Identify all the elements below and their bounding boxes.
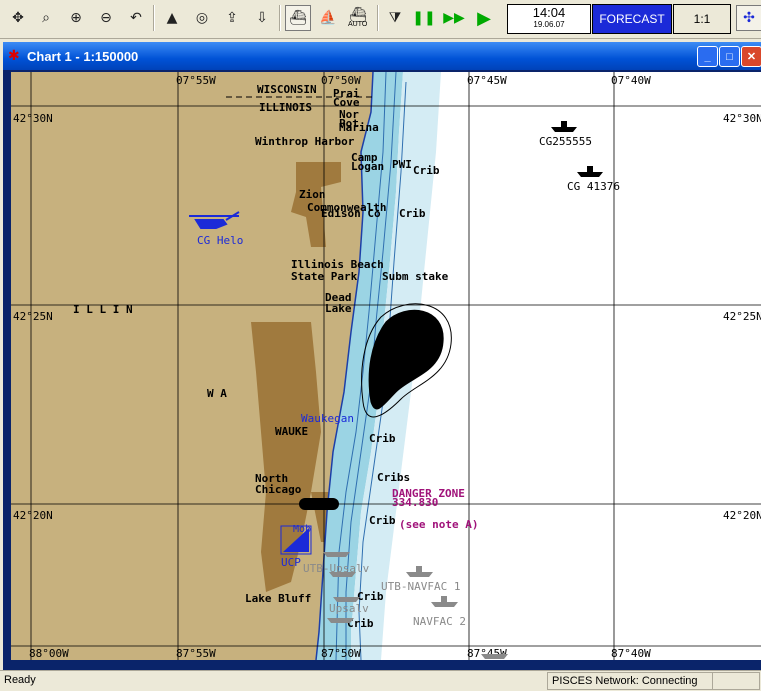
lat-label: 42°25N [723, 310, 761, 323]
lon-label: 88°00W [29, 647, 69, 660]
ship-icon[interactable] [431, 596, 458, 607]
pan-icon[interactable]: ✥ [6, 6, 30, 30]
place-label: Subm stake [382, 270, 449, 283]
lon-label: 87°50W [321, 647, 361, 660]
lon-label: 87°40W [611, 647, 651, 660]
vessel-label: NAVFAC 2 [413, 615, 466, 628]
lat-label: 42°20N [13, 509, 53, 522]
close-button[interactable]: ✕ [741, 46, 761, 67]
nautical-chart[interactable]: 42°30N 42°25N 42°20N 42°30N 42°25N 42°20… [11, 72, 761, 660]
place-label: WAUKE [275, 425, 308, 438]
toolbar-separator [377, 5, 379, 31]
ship-icon[interactable] [323, 552, 350, 557]
clock-display: 14:04 19.06.07 [507, 4, 591, 34]
lon-label: 07°55W [176, 74, 216, 87]
lat-label: 42°20N [723, 509, 761, 522]
place-label: Lake [325, 302, 352, 315]
place-label: Crib [399, 207, 426, 220]
place-label: Crib [369, 514, 396, 527]
vessel-cg255555[interactable]: CG255555 [539, 121, 592, 148]
ship-icon[interactable] [406, 566, 433, 577]
lon-label: 07°40W [611, 74, 651, 87]
lon-label: 07°45W [467, 74, 507, 87]
place-label: Lake Bluff [245, 592, 311, 605]
toolbar-separator [279, 5, 281, 31]
place-label: Logan [351, 160, 384, 173]
place-label: W A [207, 387, 227, 400]
toolbar-separator [153, 5, 155, 31]
zoom-in-icon[interactable]: ⊕ [64, 6, 88, 30]
import-icon[interactable]: ⇩ [250, 6, 274, 30]
vessel-label: CG 41376 [567, 180, 620, 193]
undo-icon[interactable]: ↶ [124, 6, 148, 30]
pause-icon[interactable]: ❚❚ [412, 6, 436, 30]
window-title: Chart 1 - 1:150000 [27, 49, 139, 64]
fast-forward-icon[interactable]: ▶▶ [442, 6, 466, 30]
ship-icon[interactable] [551, 121, 577, 132]
north-icon[interactable]: ▲ [160, 6, 184, 30]
window-titlebar[interactable]: ✱ Chart 1 - 1:150000 _ □ ✕ [3, 42, 761, 70]
ship-icon[interactable] [299, 498, 339, 510]
place-label: Winthrop Harbor [255, 135, 355, 148]
place-label: Crib [369, 432, 396, 445]
ship-icon[interactable] [577, 166, 603, 177]
network-status: PISCES Network: Connecting [547, 672, 713, 690]
vessel-cg41376[interactable]: CG 41376 [567, 166, 620, 193]
ship-profile-icon[interactable]: ⛵ [316, 6, 340, 30]
ship-icon[interactable] [327, 618, 354, 623]
chart-canvas[interactable]: 42°30N 42°25N 42°20N 42°30N 42°25N 42°20… [11, 72, 761, 660]
chart-window: ✱ Chart 1 - 1:150000 _ □ ✕ 42°30N 42°25N… [3, 42, 761, 670]
danger-zone-frequency: 334.830 [392, 496, 438, 509]
auto-label: AUTO [348, 21, 368, 28]
status-text: Ready [4, 674, 36, 686]
lat-label: 42°30N [13, 112, 53, 125]
place-label: Waukegan [301, 412, 354, 425]
minimize-button[interactable]: _ [697, 46, 718, 67]
place-label: ILLINOIS [259, 101, 312, 114]
vessel-label: CG255555 [539, 135, 592, 148]
vessel-label: Upsalv [329, 602, 369, 615]
play-icon[interactable]: ▶ [472, 6, 496, 30]
place-label: Crib [413, 164, 440, 177]
place-label: Marina [339, 121, 379, 134]
forecast-button[interactable]: FORECAST [592, 4, 672, 34]
lon-label: 07°50W [321, 74, 361, 87]
place-label: WISCONSIN [257, 83, 317, 96]
place-label: PWI [392, 158, 412, 171]
main-toolbar: ✥ ⌕ ⊕ ⊖ ↶ ▲ ◎ ⇪ ⇩ ⛴ ⛵ ⛴ AUTO ⧩ ❚❚ ▶▶ ▶ 1… [0, 0, 761, 39]
place-label: Cribs [377, 471, 410, 484]
settings-icon[interactable]: ✣ [736, 5, 761, 31]
place-label: State Park [291, 270, 358, 283]
vessel-label: Mob [293, 524, 311, 535]
vessel-label: UCP [281, 556, 301, 569]
lat-label: 42°30N [723, 112, 761, 125]
zoom-out-icon[interactable]: ⊖ [94, 6, 118, 30]
lat-label: 42°25N [13, 310, 53, 323]
maximize-button[interactable]: □ [719, 46, 740, 67]
app-icon: ✱ [8, 47, 20, 63]
vessel-label: CG Helo [197, 234, 243, 247]
ship-icon[interactable] [481, 654, 508, 659]
place-label: Edison Co [321, 207, 381, 220]
danger-zone-note: (see note A) [399, 518, 478, 531]
status-bar: Ready PISCES Network: Connecting [0, 670, 761, 691]
place-label: Chicago [255, 483, 302, 496]
center-icon[interactable]: ◎ [190, 6, 214, 30]
place-label: I L L I N [73, 303, 133, 316]
export-icon[interactable]: ⇪ [220, 6, 244, 30]
scale-button[interactable]: 1:1 [673, 4, 731, 34]
status-panel [712, 672, 760, 690]
clock-time: 14:04 [532, 5, 566, 20]
place-label: Zion [299, 188, 326, 201]
vessel-label: UTB-NAVFAC 1 [381, 580, 460, 593]
lon-label: 87°55W [176, 647, 216, 660]
vessel-label: UTB-Upsalv [303, 562, 370, 575]
step-down-icon[interactable]: ⧩ [383, 6, 407, 30]
clock-date: 19.06.07 [533, 20, 565, 29]
ship-view-icon[interactable]: ⛴ [285, 5, 311, 31]
zoom-box-icon[interactable]: ⌕ [34, 6, 58, 30]
